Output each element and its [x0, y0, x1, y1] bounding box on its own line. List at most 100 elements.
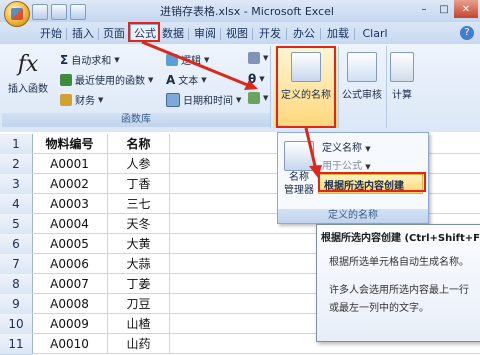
logical-button[interactable]: 逻辑 ▼ — [166, 52, 209, 67]
datetime-button[interactable]: 日期和时间 ▼ — [166, 92, 241, 107]
tab-addins[interactable]: 加载 — [324, 25, 352, 42]
tab-page[interactable]: 页面 — [101, 25, 127, 42]
row-header[interactable]: 5 — [0, 214, 33, 235]
cell-name[interactable]: 山楂 — [108, 314, 170, 334]
row-header[interactable]: 4 — [0, 194, 33, 215]
cell-code[interactable]: A0005 — [32, 234, 108, 254]
theta-icon: θ — [248, 72, 257, 86]
cell-code[interactable]: A0002 — [32, 174, 108, 194]
coins-icon — [60, 93, 72, 106]
sigma-icon: Σ — [60, 52, 69, 67]
row-header[interactable]: 3 — [0, 174, 33, 195]
window-controls: – □ ✕ — [414, 0, 478, 18]
math-button[interactable]: θ ▼ — [248, 72, 265, 86]
quick-access-toolbar — [32, 4, 86, 20]
row-header[interactable]: 7 — [0, 254, 33, 275]
tooltip-line-3: 或最左一列中的文字。 — [329, 303, 429, 314]
tab-data[interactable]: 数据 — [160, 25, 186, 42]
cell-code[interactable]: 物料编号 — [32, 134, 108, 154]
cell-name[interactable]: 人参 — [108, 154, 170, 174]
office-button[interactable] — [4, 1, 30, 27]
highlight-create-from-selection — [318, 172, 426, 192]
row-header[interactable]: 9 — [0, 294, 33, 315]
use-in-formula-label: 用于公式 — [322, 161, 362, 172]
cell-name[interactable]: 山药 — [108, 334, 170, 354]
calculation-button[interactable]: 计算 — [388, 52, 416, 101]
cell-name[interactable]: 刀豆 — [108, 294, 170, 314]
autosum-button[interactable]: Σ 自动求和 ▼ — [60, 52, 120, 68]
save-icon[interactable] — [32, 4, 48, 20]
cell-name[interactable]: 大蒜 — [108, 254, 170, 274]
ribbon: fx 插入函数 Σ 自动求和 ▼ 最近使用的函数 ▼ 财务 ▼ 逻辑 ▼ A 文本 ▼ 日… — [0, 44, 480, 132]
calculation-label: 计算 — [392, 90, 412, 101]
text-label: 文本 — [178, 76, 199, 87]
formula-audit-button[interactable]: 公式审核 — [340, 52, 384, 101]
tab-insert[interactable]: 插入 — [70, 25, 96, 42]
tab-review[interactable]: 审阅 — [192, 25, 218, 42]
cell-name[interactable]: 丁姜 — [108, 274, 170, 294]
star-icon — [60, 73, 72, 86]
function-library-label: 函数库 — [2, 113, 270, 127]
defined-names-footer: 定义的名称 — [278, 209, 428, 223]
text-a-icon: A — [166, 72, 176, 87]
row-header[interactable]: 1 — [0, 134, 33, 155]
calendar-icon — [166, 92, 180, 107]
tooltip-line-2: 许多人会选用所选内容最上一行 — [329, 285, 469, 296]
tab-view[interactable]: 视图 — [224, 25, 250, 42]
menu-define-name[interactable]: 定义名称 ▼ — [322, 139, 371, 154]
recent-label: 最近使用的函数 — [75, 76, 145, 87]
redo-icon[interactable] — [70, 4, 86, 20]
cell-name[interactable]: 丁香 — [108, 174, 170, 194]
cell-code[interactable]: A0001 — [32, 154, 108, 174]
tab-home[interactable]: 开始 — [38, 25, 64, 42]
cell-name[interactable]: 名称 — [108, 134, 170, 154]
insert-function-label: 插入函数 — [8, 84, 48, 95]
cell-name[interactable]: 天冬 — [108, 214, 170, 234]
row-header[interactable]: 2 — [0, 154, 33, 175]
financial-button[interactable]: 财务 ▼ — [60, 92, 103, 107]
cell-name[interactable]: 大黄 — [108, 234, 170, 254]
cell-code[interactable]: A0006 — [32, 254, 108, 274]
chevron-down-icon: ▼ — [236, 95, 242, 104]
chevron-down-icon: ▼ — [204, 55, 210, 64]
name-manager-button[interactable]: 名称 管理器 — [284, 171, 314, 197]
chevron-down-icon: ▼ — [114, 55, 120, 64]
calculation-group: 计算 — [386, 46, 418, 128]
cell-code[interactable]: A0007 — [32, 274, 108, 294]
close-button[interactable]: ✕ — [454, 0, 478, 18]
cell-code[interactable]: A0009 — [32, 314, 108, 334]
row-header[interactable]: 11 — [0, 334, 33, 355]
cell-code[interactable]: A0003 — [32, 194, 108, 214]
logical-label: 逻辑 — [181, 56, 201, 67]
cell-code[interactable]: A0008 — [32, 294, 108, 314]
lookup-button[interactable]: ▼ — [248, 52, 268, 64]
chevron-down-icon: ▼ — [148, 75, 154, 84]
row-header[interactable]: 8 — [0, 274, 33, 295]
undo-icon[interactable] — [51, 4, 67, 20]
formula-audit-group: 公式审核 — [338, 46, 387, 128]
minimize-button[interactable]: – — [414, 0, 434, 18]
more-functions-button[interactable]: ▼ — [248, 92, 268, 104]
formula-audit-label: 公式审核 — [342, 90, 382, 101]
maximize-button[interactable]: □ — [434, 0, 454, 18]
row-header[interactable]: 10 — [0, 314, 33, 335]
more-functions-icon — [248, 92, 260, 104]
row-header[interactable]: 6 — [0, 234, 33, 255]
text-button[interactable]: A 文本 ▼ — [166, 72, 207, 88]
cell-name[interactable]: 三七 — [108, 194, 170, 214]
help-icon[interactable]: ? — [460, 26, 474, 40]
autosum-label: 自动求和 — [71, 56, 112, 67]
menu-use-in-formula[interactable]: 用于公式 ▼ — [322, 157, 371, 172]
datetime-label: 日期和时间 — [183, 96, 233, 107]
tab-clarl[interactable]: Clarl — [358, 25, 392, 42]
tab-office[interactable]: 办公 — [290, 25, 318, 42]
insert-function-button[interactable]: fx 插入函数 — [6, 50, 50, 95]
calculator-icon — [390, 52, 414, 82]
financial-label: 财务 — [75, 96, 95, 107]
cell-code[interactable]: A0010 — [32, 334, 108, 354]
recent-functions-button[interactable]: 最近使用的函数 ▼ — [60, 72, 153, 87]
tooltip-line-1: 根据所选单元格自动生成名称。 — [329, 257, 469, 268]
window-title: 进销存表格.xlsx - Microsoft Excel — [160, 5, 334, 18]
tab-developer[interactable]: 开发 — [256, 25, 284, 42]
cell-code[interactable]: A0004 — [32, 214, 108, 234]
